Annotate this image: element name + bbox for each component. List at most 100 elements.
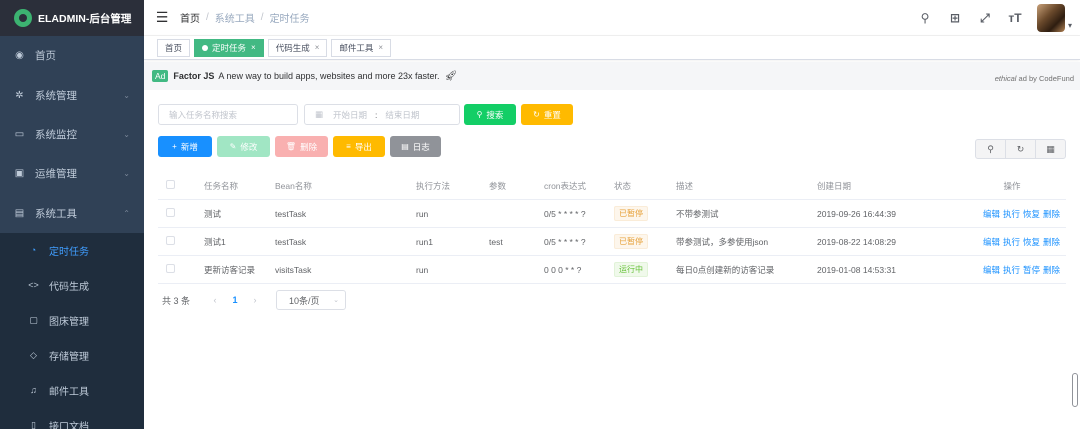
sidebar-item[interactable]: ▣ 运维管理 ⌄ [0, 154, 144, 193]
tab-tag[interactable]: 邮件工具 × [331, 38, 392, 57]
log-button[interactable]: ▤ 日志 [390, 136, 441, 157]
sidebar-subitem[interactable]: ◔ 定时任务 [0, 233, 144, 268]
code-icon: <> [28, 280, 39, 291]
cell-task-name: 测试1 [204, 236, 226, 247]
sidebar-item[interactable]: ▭ 系统监控 ⌄ [0, 115, 144, 154]
row-checkbox[interactable] [166, 264, 175, 273]
sidebar-subitem[interactable]: ◇ 存储管理 [0, 338, 144, 373]
sidebar-subitem[interactable]: ▯ 接口文档 [0, 408, 144, 429]
sidebar-item[interactable]: ▤ 系统工具 ⌃ [0, 194, 144, 233]
tags-view: 首页 定时任务 × 代码生成 × 邮件工具 × [144, 36, 1080, 60]
close-icon[interactable]: × [251, 43, 256, 52]
toggle-link[interactable]: 恢复 [1023, 209, 1040, 219]
chevron-down-icon: ⌄ [333, 297, 340, 304]
ad-text[interactable]: A new way to build apps, websites and mo… [218, 71, 439, 81]
refresh-icon[interactable]: ↻ [1005, 139, 1036, 159]
sidebar-item[interactable]: ✲ 系统管理 ⌄ [0, 75, 144, 114]
sidebar-item-label: 运维管理 [35, 168, 77, 181]
col-bean-name: Bean名称 [275, 180, 312, 191]
search-icon[interactable]: ⚲ [915, 8, 935, 28]
sidebar-subitem-label: 接口文档 [49, 421, 89, 429]
caret-down-icon[interactable]: ▾ [1068, 21, 1072, 30]
ad-attribution[interactable]: ethical ad by CodeFund [995, 74, 1074, 83]
delete-link[interactable]: 删除 [1043, 209, 1060, 219]
cell-created-date: 2019-01-08 14:53:31 [817, 264, 896, 275]
sidebar-item[interactable]: ◉ 首页 [0, 36, 144, 75]
date-range-picker[interactable]: ▦ 开始日期 : 结束日期 [304, 104, 460, 125]
chevron-down-icon: ⌄ [123, 169, 130, 179]
sidebar-subitem[interactable]: <> 代码生成 [0, 268, 144, 303]
reset-button[interactable]: ↻ 重置 [521, 104, 573, 125]
cell-description: 每日0点创建新的访客记录 [676, 264, 775, 275]
cell-cron: 0/5 * * * * ? [544, 236, 586, 247]
ad-brand[interactable]: Factor JS [173, 71, 214, 81]
columns-icon[interactable]: ▦ [1035, 139, 1066, 159]
server-icon: ▣ [14, 168, 25, 180]
close-icon[interactable]: × [378, 43, 383, 52]
delete-link[interactable]: 删除 [1043, 265, 1060, 275]
run-link[interactable]: 执行 [1003, 209, 1020, 219]
cell-description: 不带参测试 [676, 208, 719, 219]
delete-link[interactable]: 删除 [1043, 237, 1060, 247]
edit-link[interactable]: 编辑 [983, 209, 1000, 219]
font-size-icon[interactable]: тT [1005, 8, 1025, 28]
active-dot-icon [202, 44, 209, 51]
toggle-search-icon[interactable]: ⚲ [975, 139, 1006, 159]
run-link[interactable]: 执行 [1003, 265, 1020, 275]
select-all-checkbox[interactable] [166, 180, 175, 189]
hamburger-icon[interactable]: ☰ [144, 9, 180, 26]
task-name-search-input[interactable]: 输入任务名称搜索 [158, 104, 298, 125]
delete-button[interactable]: 🗑︎ 删除 [275, 136, 328, 157]
cell-operations: 编辑 执行 恢复 删除 [960, 208, 1066, 220]
close-icon[interactable]: × [315, 43, 320, 52]
add-button[interactable]: + 新增 [158, 136, 212, 157]
avatar[interactable] [1036, 4, 1065, 32]
prev-page-icon[interactable]: ‹ [206, 295, 224, 305]
breadcrumb-separator: / [206, 12, 209, 23]
pagination-total: 共 3 条 [162, 295, 191, 306]
export-button-label: 导出 [354, 141, 372, 152]
row-checkbox[interactable] [166, 208, 175, 217]
tab-tag[interactable]: 首页 [157, 38, 191, 57]
edit-link[interactable]: 编辑 [983, 265, 1000, 275]
row-checkbox[interactable] [166, 236, 175, 245]
tab-tag-label: 邮件工具 [339, 42, 374, 53]
tab-tag[interactable]: 定时任务 × [194, 38, 264, 57]
sidebar-item-label: 系统工具 [35, 207, 77, 220]
run-link[interactable]: 执行 [1003, 237, 1020, 247]
page-size-value: 10条/页 [289, 295, 320, 306]
cell-operations: 编辑 执行 恢复 删除 [960, 236, 1066, 248]
fullscreen-icon[interactable]: ⤢ [975, 8, 995, 28]
page-number[interactable]: 1 [224, 295, 246, 305]
end-date-input[interactable]: 结束日期 [385, 109, 419, 121]
col-task-name: 任务名称 [204, 180, 239, 191]
page-size-select[interactable]: 10条/页 ⌄ [276, 290, 347, 310]
toggle-link[interactable]: 恢复 [1023, 237, 1040, 247]
edit-link[interactable]: 编辑 [983, 237, 1000, 247]
sidebar-subitem[interactable]: ▢ 图床管理 [0, 303, 144, 338]
app-logo[interactable]: ELADMIN-后台管理 [0, 0, 144, 36]
sidebar-item-label: 系统管理 [35, 89, 77, 102]
status-badge: 已暂停 [614, 234, 648, 249]
main-content: 输入任务名称搜索 ▦ 开始日期 : 结束日期 ⚲ 搜索 ↻ 重置 + 新增 ✎ 修改 🗑… [144, 90, 1080, 429]
ad-banner[interactable]: Ad Factor JS A new way to build apps, we… [144, 62, 1080, 90]
export-button[interactable]: ≡ 导出 [333, 136, 385, 157]
ad-badge: Ad [152, 70, 169, 82]
search-button[interactable]: ⚲ 搜索 [464, 104, 516, 125]
sidebar-subitem[interactable]: ♫ 邮件工具 [0, 373, 144, 408]
image-icon: ▢ [29, 314, 38, 325]
edit-button[interactable]: ✎ 修改 [217, 136, 270, 157]
log-icon: ▤ [401, 142, 409, 151]
start-date-input[interactable]: 开始日期 [333, 109, 367, 121]
sidebar-subitem-label: 代码生成 [49, 281, 89, 293]
github-icon[interactable]: ⊞ [945, 8, 965, 28]
cell-status: 运行中 [610, 262, 672, 277]
sidebar-subitem-label: 存储管理 [49, 351, 89, 363]
row-checkbox-cell [158, 236, 200, 247]
tab-tag[interactable]: 代码生成 × [267, 38, 328, 57]
next-page-icon[interactable]: › [246, 295, 264, 305]
scrollbar-thumb[interactable] [1072, 373, 1078, 407]
breadcrumb-home[interactable]: 首页 [180, 10, 200, 25]
col-description: 描述 [676, 180, 694, 191]
toggle-link[interactable]: 暂停 [1023, 265, 1040, 275]
